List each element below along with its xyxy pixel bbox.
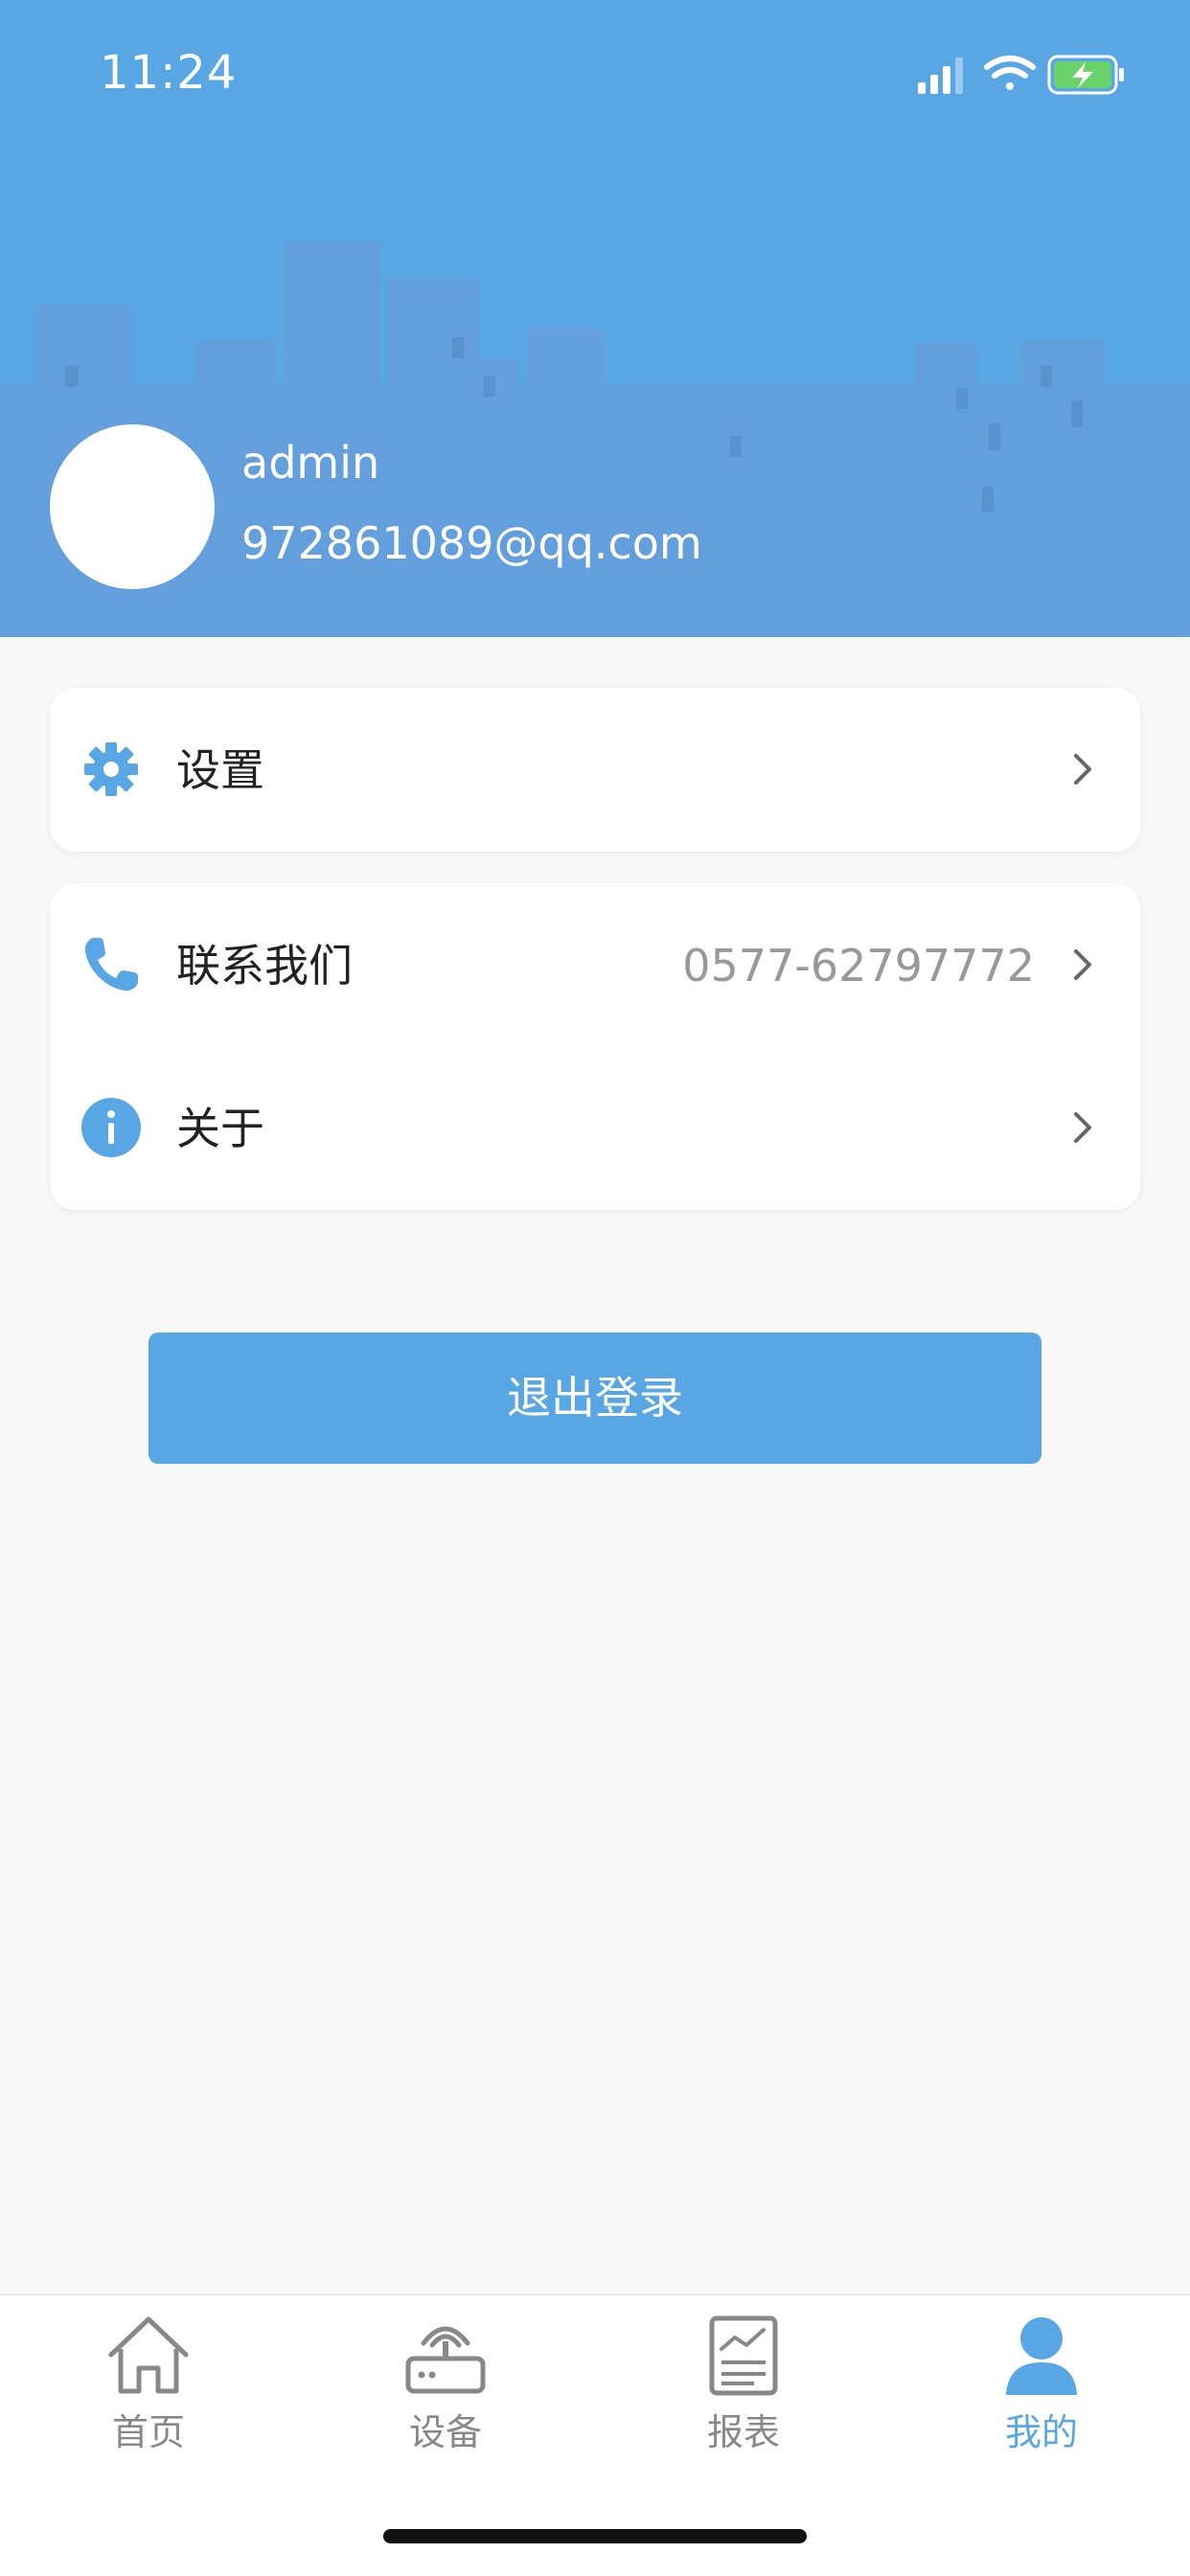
avatar[interactable] — [50, 424, 215, 589]
settings-card: 设置 — [50, 688, 1140, 852]
user-email: 972861089@qq.com — [241, 517, 702, 569]
tab-home-label: 首页 — [111, 2411, 185, 2453]
phone-icon — [84, 938, 138, 992]
signal-icon — [918, 57, 963, 94]
tab-report-label: 报表 — [706, 2411, 780, 2453]
wifi-icon — [984, 56, 1036, 90]
tab-device[interactable]: 设备 — [350, 2314, 541, 2468]
info-card: 联系我们 0577-62797772 关于 — [50, 883, 1140, 1210]
settings-row[interactable]: 设置 — [50, 688, 1140, 851]
info-icon — [81, 1098, 141, 1157]
chevron-right-icon — [1074, 1112, 1091, 1143]
status-time: 11:24 — [100, 46, 238, 100]
tab-mine-label: 我的 — [1004, 2411, 1078, 2453]
chevron-right-icon — [1074, 754, 1091, 785]
contact-phone-number: 0577-62797772 — [682, 940, 1035, 992]
chevron-right-icon — [1074, 949, 1091, 980]
username: admin — [241, 437, 380, 489]
contact-label: 联系我们 — [176, 940, 353, 992]
tab-device-label: 设备 — [408, 2411, 482, 2453]
router-icon — [405, 2326, 486, 2394]
battery-icon — [1047, 55, 1124, 95]
logout-button[interactable]: 退出登录 — [149, 1333, 1041, 1464]
home-indicator — [383, 2529, 807, 2543]
report-icon — [709, 2315, 778, 2396]
profile-header: 11:24 admin 972861089@qq.com — [0, 0, 1190, 637]
about-label: 关于 — [176, 1103, 264, 1154]
contact-row[interactable]: 联系我们 0577-62797772 — [50, 883, 1140, 1046]
tab-report[interactable]: 报表 — [648, 2314, 839, 2468]
settings-label: 设置 — [176, 744, 264, 796]
status-icons — [918, 55, 1124, 95]
user-icon — [1006, 2317, 1077, 2395]
tab-mine[interactable]: 我的 — [946, 2314, 1137, 2468]
gear-icon — [84, 742, 138, 796]
home-icon — [108, 2316, 189, 2394]
tab-home[interactable]: 首页 — [53, 2314, 244, 2468]
about-row[interactable]: 关于 — [50, 1046, 1140, 1209]
